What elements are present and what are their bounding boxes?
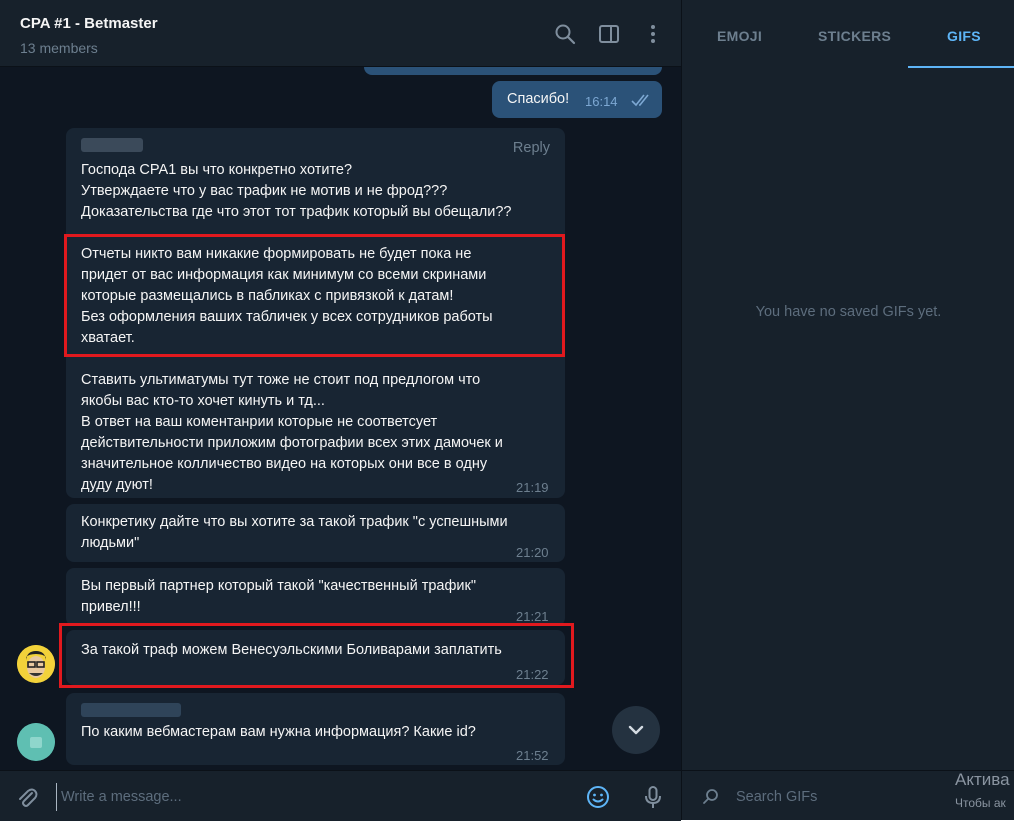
message-text: Господа СРА1 вы что конкретно хотите? Ут… [81,162,512,220]
message-list[interactable]: Спасибо! 16:14 Reply Господа СРА1 вы что… [0,67,681,770]
active-tab-indicator [908,66,1014,68]
reply-button[interactable]: Reply [513,138,550,159]
search-icon[interactable] [553,22,577,46]
paperclip-icon[interactable] [14,784,40,810]
tab-emoji[interactable]: EMOJI [717,28,762,44]
outgoing-bubble-partial [364,67,662,75]
message-text: Отчеты никто вам никакие формировать не … [81,246,493,346]
outgoing-bubble[interactable]: Спасибо! 16:14 [492,81,662,118]
scroll-down-button[interactable] [612,706,660,754]
activation-watermark-sub: Чтобы ак [955,796,1006,810]
emoji-smile-icon[interactable] [585,784,611,810]
message-text: Вы первый партнер который такой "качеств… [81,578,476,615]
message-text: За такой траф можем Венесуэльскими Болив… [81,642,502,658]
avatar[interactable] [17,723,55,761]
composer-bar [0,770,681,821]
microphone-icon[interactable] [640,784,666,810]
tab-stickers[interactable]: STICKERS [818,28,891,44]
sender-name[interactable] [81,138,143,152]
message-text: Конкретику дайте что вы хотите за такой … [81,514,508,551]
incoming-message[interactable]: По каким вебмастерам вам нужна информаци… [66,693,565,765]
chevron-down-icon [624,718,648,742]
message-input[interactable] [56,783,543,811]
sender-name[interactable] [81,703,181,717]
sidebar-toggle-icon[interactable] [597,22,621,46]
message-text: Спасибо! [507,91,570,107]
activation-watermark: Актива [955,770,1010,789]
emoji-panel: EMOJI STICKERS GIFS You have no saved GI… [681,0,1014,820]
chat-header: CPA #1 - Betmaster 13 members [0,0,681,67]
message-time: 16:14 [585,94,618,109]
double-check-icon [631,93,653,107]
more-vertical-icon[interactable] [641,22,665,46]
message-text: Ставить ультиматумы тут тоже не стоит по… [81,372,503,493]
chat-title[interactable]: CPA #1 - Betmaster [20,15,158,32]
panel-tabs: EMOJI STICKERS GIFS [682,0,1014,68]
message-time: 21:52 [516,748,549,763]
empty-gifs-message: You have no saved GIFs yet. [755,304,942,320]
message-text: По каким вебмастерам вам нужна информаци… [81,724,476,740]
message-time: 21:21 [516,609,549,624]
message-time: 21:20 [516,545,549,560]
incoming-message[interactable]: За такой траф можем Венесуэльскими Болив… [66,630,565,685]
message-time: 21:22 [516,667,549,682]
avatar[interactable] [17,645,55,683]
gif-search-icon [702,787,720,805]
chat-pane: CPA #1 - Betmaster 13 members Спасибо! 1… [0,0,681,821]
tab-gifs[interactable]: GIFS [947,28,981,44]
telegram-window: CPA #1 - Betmaster 13 members Спасибо! 1… [0,0,1014,821]
gif-search-input[interactable] [734,785,938,809]
incoming-message[interactable]: Конкретику дайте что вы хотите за такой … [66,504,565,562]
message-time: 21:19 [516,480,549,495]
incoming-message[interactable]: Reply Господа СРА1 вы что конкретно хоти… [66,128,565,498]
incoming-message[interactable]: Вы первый партнер который такой "качеств… [66,568,565,626]
member-count[interactable]: 13 members [20,40,98,56]
